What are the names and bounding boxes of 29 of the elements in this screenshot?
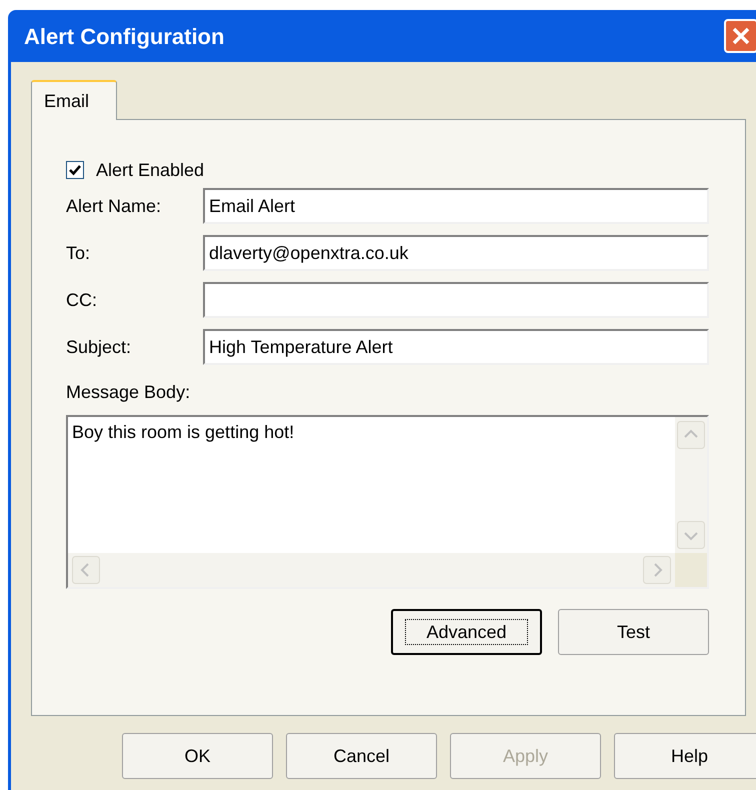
scroll-left-icon[interactable]: [72, 556, 100, 584]
horizontal-scrollbar[interactable]: [68, 553, 675, 587]
text-input[interactable]: High Temperature Alert: [203, 329, 709, 365]
field-label: To:: [66, 242, 92, 264]
scrollbar-corner: [675, 553, 707, 587]
text-input[interactable]: Email Alert: [203, 188, 709, 224]
alert-enabled-checkbox[interactable]: [66, 161, 84, 179]
message-body-textarea[interactable]: Boy this room is getting hot!: [66, 415, 709, 589]
scroll-right-icon[interactable]: [643, 556, 671, 584]
vertical-scrollbar[interactable]: [675, 417, 707, 553]
push-button[interactable]: OK: [122, 733, 273, 779]
scroll-down-icon[interactable]: [677, 521, 705, 549]
text-input[interactable]: [203, 282, 709, 318]
window-title: Alert Configuration: [24, 22, 224, 51]
message-body-label: Message Body:: [66, 381, 192, 404]
push-button[interactable]: Advanced: [391, 609, 542, 655]
field-label: Subject:: [66, 336, 132, 359]
text-input[interactable]: dlaverty@openxtra.co.uk: [203, 235, 709, 271]
push-button[interactable]: Cancel: [286, 733, 437, 779]
field-label: CC:: [66, 288, 98, 312]
field-label: Alert Name:: [66, 194, 162, 218]
tab[interactable]: Email: [31, 80, 117, 120]
message-body-text: Boy this room is getting hot!: [71, 421, 296, 444]
close-button[interactable]: [724, 19, 756, 53]
scroll-up-icon[interactable]: [677, 421, 705, 449]
push-button[interactable]: Test: [558, 609, 709, 655]
push-button[interactable]: Help: [614, 733, 756, 779]
close-icon: [731, 26, 751, 46]
alert-enabled-label: Alert Enabled: [96, 158, 204, 182]
